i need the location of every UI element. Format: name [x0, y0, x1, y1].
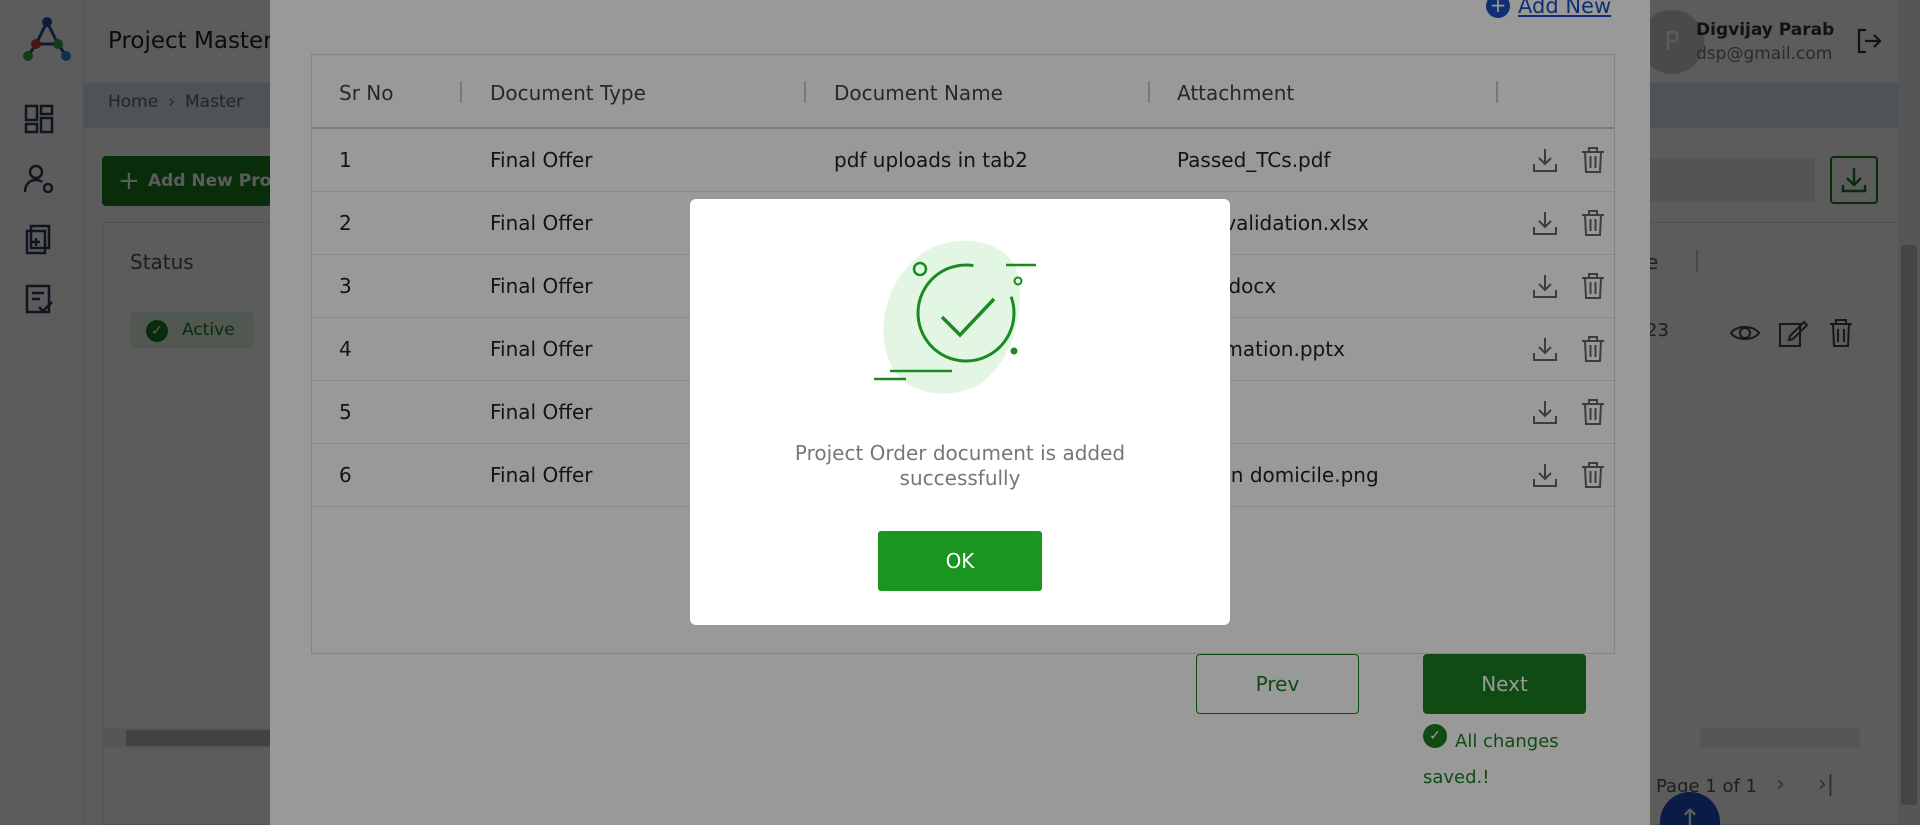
- success-message: Project Order document is added successf…: [794, 441, 1126, 490]
- success-check-illustration: [874, 240, 1036, 394]
- success-dialog: Project Order document is added successf…: [690, 199, 1230, 625]
- ok-button[interactable]: OK: [878, 531, 1042, 591]
